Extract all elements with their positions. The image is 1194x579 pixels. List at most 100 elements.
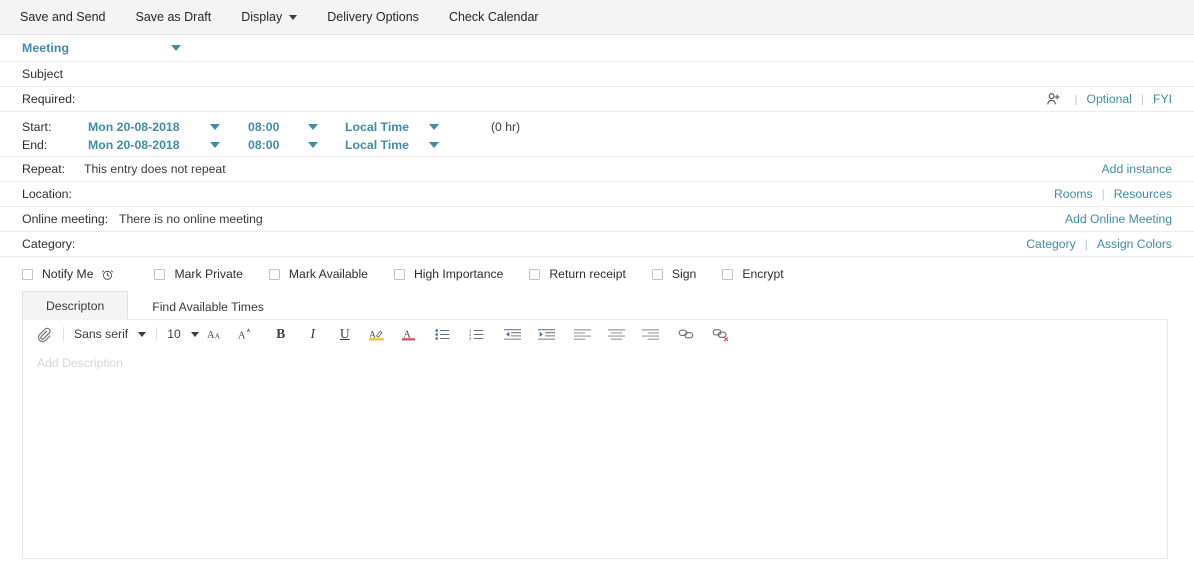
end-time-dropdown-button[interactable] xyxy=(308,142,318,148)
category-link[interactable]: Category xyxy=(1026,237,1075,251)
decrease-font-size-icon[interactable]: A xyxy=(235,323,255,345)
chevron-down-icon[interactable] xyxy=(191,332,199,337)
save-as-draft-label: Save as Draft xyxy=(136,10,212,24)
end-row: End: Mon 20-08-2018 08:00 Local Time xyxy=(22,138,1172,152)
online-meeting-value: There is no online meeting xyxy=(119,212,263,226)
repeat-row: Repeat: This entry does not repeat Add i… xyxy=(0,157,1194,182)
bulleted-list-icon[interactable] xyxy=(433,323,453,345)
checkbox-label: Sign xyxy=(672,267,696,281)
optional-link[interactable]: Optional xyxy=(1087,92,1132,106)
category-row: Category: Category | Assign Colors xyxy=(0,232,1194,257)
add-online-meeting-link[interactable]: Add Online Meeting xyxy=(1065,212,1172,226)
description-textarea[interactable]: Add Description xyxy=(23,348,1167,548)
end-zone-value[interactable]: Local Time xyxy=(345,138,415,152)
divider: | xyxy=(1141,92,1144,106)
assign-colors-link[interactable]: Assign Colors xyxy=(1097,237,1172,251)
subject-row[interactable]: Subject xyxy=(0,62,1194,87)
tab-description[interactable]: Descripton xyxy=(22,291,128,320)
align-left-icon[interactable] xyxy=(573,323,593,345)
underline-icon[interactable]: U xyxy=(335,323,355,345)
start-time-dropdown-button[interactable] xyxy=(308,124,318,130)
location-row: Location: Rooms | Resources xyxy=(0,182,1194,207)
required-row: Required: | Optional | FYI xyxy=(0,87,1194,112)
category-label: Category: xyxy=(22,237,84,251)
font-size-select[interactable]: 10 xyxy=(167,327,181,341)
entry-type-value[interactable]: Meeting xyxy=(22,41,69,55)
save-and-send-label: Save and Send xyxy=(20,10,106,24)
chevron-down-icon[interactable] xyxy=(138,332,146,337)
divider: | xyxy=(1102,187,1105,201)
checkbox-mark-private[interactable]: Mark Private xyxy=(154,267,242,281)
paperclip-icon[interactable] xyxy=(33,323,53,345)
end-date-value[interactable]: Mon 20-08-2018 xyxy=(88,138,196,152)
checkbox-sign[interactable]: Sign xyxy=(652,267,696,281)
chevron-down-icon xyxy=(289,15,297,20)
entry-type-dropdown-button[interactable] xyxy=(171,45,181,51)
outdent-icon[interactable] xyxy=(503,323,523,345)
save-as-draft-button[interactable]: Save as Draft xyxy=(136,10,212,24)
alarm-clock-icon[interactable] xyxy=(101,268,114,281)
checkbox-high-importance[interactable]: High Importance xyxy=(394,267,503,281)
check-calendar-button[interactable]: Check Calendar xyxy=(449,10,539,24)
font-family-select[interactable]: Sans serif xyxy=(74,327,128,341)
checkbox-box[interactable] xyxy=(529,269,540,280)
checkbox-box[interactable] xyxy=(22,269,33,280)
start-time-value[interactable]: 08:00 xyxy=(248,120,294,134)
checkbox-return-receipt[interactable]: Return receipt xyxy=(529,267,626,281)
tab-find-available-times[interactable]: Find Available Times xyxy=(128,292,288,320)
checkbox-box[interactable] xyxy=(394,269,405,280)
numbered-list-icon[interactable]: 1 2 3 xyxy=(467,323,487,345)
insert-link-icon[interactable] xyxy=(677,323,697,345)
font-color-icon[interactable]: A xyxy=(399,323,419,345)
editor-toolbar: Sans serif 10 A A A B I U xyxy=(23,320,1167,348)
start-zone-value[interactable]: Local Time xyxy=(345,120,415,134)
start-date-value[interactable]: Mon 20-08-2018 xyxy=(88,120,196,134)
description-editor: Sans serif 10 A A A B I U xyxy=(22,319,1168,559)
chevron-down-icon xyxy=(308,142,318,148)
description-placeholder: Add Description xyxy=(23,348,1167,370)
chevron-down-icon xyxy=(210,142,220,148)
duration-label: (0 hr) xyxy=(491,117,520,138)
indent-icon[interactable] xyxy=(537,323,557,345)
checkbox-notify-me[interactable]: Notify Me xyxy=(22,267,114,281)
checkbox-box[interactable] xyxy=(722,269,733,280)
svg-text:A: A xyxy=(238,331,246,342)
start-date-dropdown-button[interactable] xyxy=(210,124,220,130)
online-meeting-label: Online meeting: xyxy=(22,212,119,226)
divider: | xyxy=(1085,237,1088,251)
checkbox-box[interactable] xyxy=(652,269,663,280)
checkbox-label: Mark Available xyxy=(289,267,368,281)
increase-font-size-icon[interactable]: A A xyxy=(207,323,227,345)
checkbox-mark-available[interactable]: Mark Available xyxy=(269,267,368,281)
checkbox-encrypt[interactable]: Encrypt xyxy=(722,267,783,281)
end-time-value[interactable]: 08:00 xyxy=(248,138,294,152)
action-toolbar: Save and Send Save as Draft Display Deli… xyxy=(0,0,1194,35)
align-center-icon[interactable] xyxy=(607,323,627,345)
checkbox-label: Mark Private xyxy=(174,267,242,281)
svg-text:3: 3 xyxy=(469,336,472,341)
start-zone-dropdown-button[interactable] xyxy=(429,124,439,130)
bold-icon[interactable]: B xyxy=(271,323,291,345)
end-date-dropdown-button[interactable] xyxy=(210,142,220,148)
entry-type-row: Meeting xyxy=(0,35,1194,62)
checkbox-label: High Importance xyxy=(414,267,503,281)
fyi-link[interactable]: FYI xyxy=(1153,92,1172,106)
resources-link[interactable]: Resources xyxy=(1114,187,1172,201)
person-add-icon[interactable] xyxy=(1046,92,1061,107)
delivery-options-button[interactable]: Delivery Options xyxy=(327,10,419,24)
checkbox-box[interactable] xyxy=(269,269,280,280)
checkbox-box[interactable] xyxy=(154,269,165,280)
subject-label: Subject xyxy=(22,67,63,81)
rooms-link[interactable]: Rooms xyxy=(1054,187,1093,201)
display-menu-button[interactable]: Display xyxy=(241,10,297,24)
checkbox-label: Encrypt xyxy=(742,267,783,281)
remove-link-icon[interactable] xyxy=(711,323,731,345)
options-row: Notify Me Mark Private Mark Available Hi… xyxy=(0,257,1194,291)
italic-icon[interactable]: I xyxy=(303,323,323,345)
align-right-icon[interactable] xyxy=(641,323,661,345)
end-zone-dropdown-button[interactable] xyxy=(429,142,439,148)
add-instance-link[interactable]: Add instance xyxy=(1102,162,1172,176)
highlight-color-icon[interactable]: A xyxy=(367,323,387,345)
required-label: Required: xyxy=(22,92,75,106)
save-and-send-button[interactable]: Save and Send xyxy=(20,10,106,24)
